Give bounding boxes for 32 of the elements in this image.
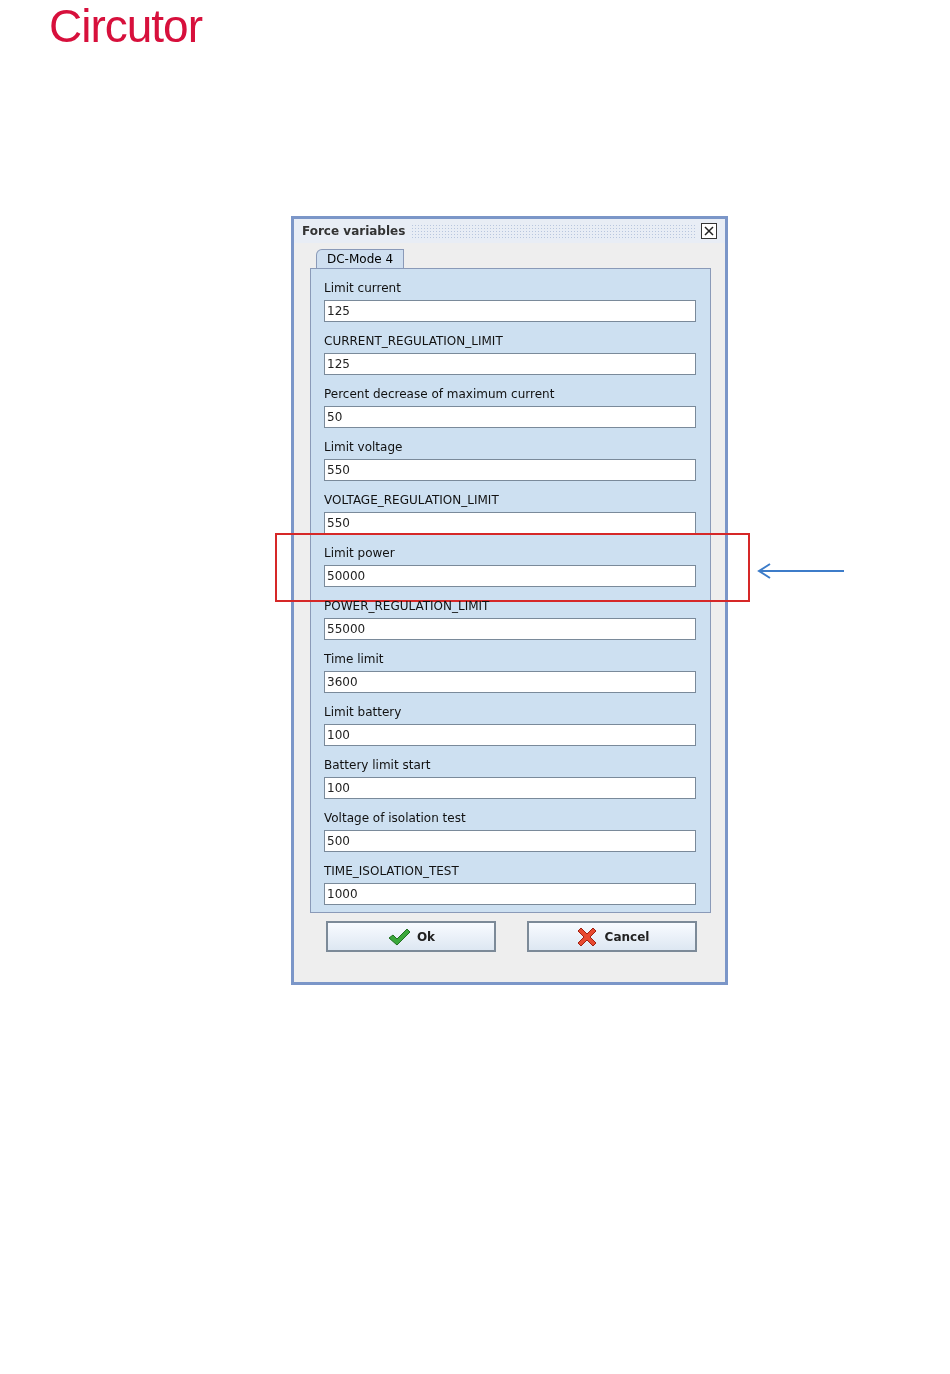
- ok-button[interactable]: Ok: [326, 921, 496, 952]
- cancel-button[interactable]: Cancel: [527, 921, 697, 952]
- close-icon: [703, 225, 715, 237]
- field-label: CURRENT_REGULATION_LIMIT: [324, 333, 504, 350]
- field-label: Battery limit start: [324, 757, 432, 774]
- input-field[interactable]: 125: [324, 300, 696, 322]
- input-field[interactable]: 55000: [324, 618, 696, 640]
- input-field[interactable]: 100: [324, 724, 696, 746]
- input-field[interactable]: 50: [324, 406, 696, 428]
- input-field[interactable]: 3600: [324, 671, 696, 693]
- field-label: Limit current: [324, 280, 402, 297]
- tab[interactable]: DC-Mode 4: [316, 249, 405, 268]
- field-label: Limit power: [324, 545, 396, 562]
- input-field[interactable]: 125: [324, 353, 696, 375]
- input-field[interactable]: 500: [324, 830, 696, 852]
- field-label: VOLTAGE_REGULATION_LIMIT: [324, 492, 500, 509]
- field-label: Limit battery: [324, 704, 403, 721]
- input-field[interactable]: 550: [324, 459, 696, 481]
- field-label: Voltage of isolation test: [324, 810, 467, 827]
- close-button[interactable]: [701, 223, 717, 239]
- field-label: POWER_REGULATION_LIMIT: [324, 598, 491, 615]
- input-field[interactable]: 50000: [324, 565, 696, 587]
- input-field[interactable]: 100: [324, 777, 696, 799]
- field-label: Time limit: [324, 651, 385, 668]
- field-label: Limit voltage: [324, 439, 404, 456]
- logo: Circutor: [49, 0, 203, 52]
- field-label: TIME_ISOLATION_TEST: [324, 863, 460, 880]
- input-field[interactable]: 1000: [324, 883, 696, 905]
- input-field[interactable]: 550: [324, 512, 696, 534]
- window-title: Force variables: [302, 224, 406, 238]
- field-label: Percent decrease of maximum current: [324, 386, 556, 403]
- checkmark-icon: [386, 926, 411, 947]
